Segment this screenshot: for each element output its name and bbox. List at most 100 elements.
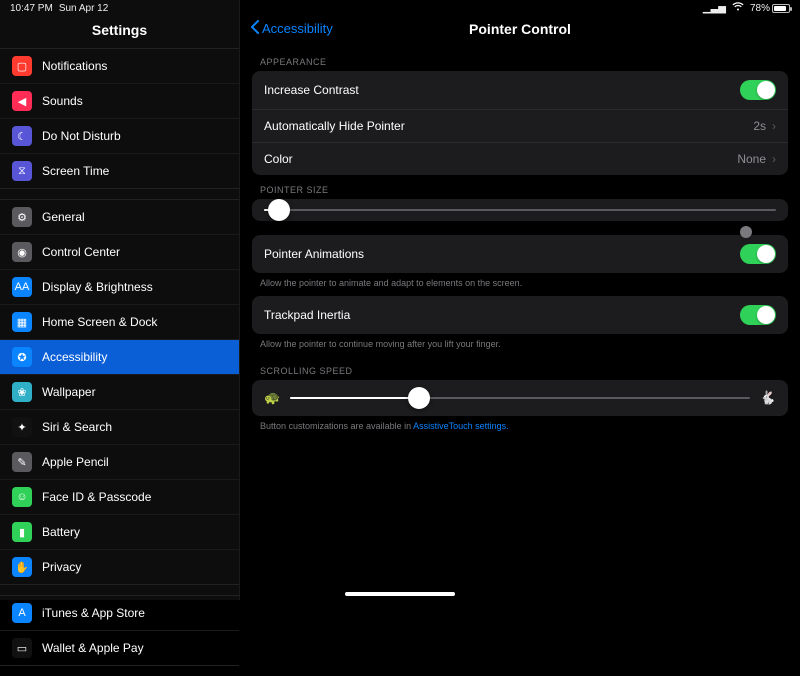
pointer-cursor bbox=[740, 226, 752, 238]
app-icon: ▭ bbox=[12, 638, 32, 658]
pointer-size-slider[interactable] bbox=[252, 199, 788, 221]
app-icon: ✋ bbox=[12, 557, 32, 577]
row-value-text: None bbox=[737, 152, 766, 166]
row-increase-contrast[interactable]: Increase Contrast bbox=[252, 71, 788, 110]
app-icon: ▮ bbox=[12, 522, 32, 542]
appearance-header: APPEARANCE bbox=[240, 47, 800, 71]
sidebar-item-label: Accessibility bbox=[42, 350, 107, 364]
chevron-right-icon: › bbox=[772, 119, 776, 133]
sidebar-item-label: iTunes & App Store bbox=[42, 606, 145, 620]
pointer-size-header: POINTER SIZE bbox=[240, 175, 800, 199]
toggle-trackpad-inertia[interactable] bbox=[740, 305, 776, 325]
sidebar-item-label: Apple Pencil bbox=[42, 455, 109, 469]
buttons-note: Button customizations are available in A… bbox=[240, 416, 800, 439]
app-icon: ❀ bbox=[12, 382, 32, 402]
inertia-card: Trackpad Inertia bbox=[252, 296, 788, 334]
status-bar: 10:47 PM Sun Apr 12 ▁▃▅ 78% bbox=[0, 0, 800, 16]
status-date: Sun Apr 12 bbox=[59, 3, 108, 14]
sidebar-item-label: Sounds bbox=[42, 94, 83, 108]
app-icon: ⧖ bbox=[12, 161, 32, 181]
pointer-size-card bbox=[252, 199, 788, 221]
wifi-icon bbox=[732, 2, 744, 14]
row-pointer-animations[interactable]: Pointer Animations bbox=[252, 235, 788, 273]
row-auto-hide[interactable]: Automatically Hide Pointer 2s › bbox=[252, 110, 788, 143]
sidebar-item-siri-search[interactable]: ✦ Siri & Search bbox=[0, 410, 239, 445]
settings-sidebar: Settings ▢ Notifications ◀︎ Sounds ☾ Do Not D… bbox=[0, 0, 240, 600]
app-icon: ✪ bbox=[12, 347, 32, 367]
rabbit-icon: 🐇 bbox=[760, 390, 776, 406]
sidebar-item-label: Display & Brightness bbox=[42, 280, 153, 294]
assistivetouch-link[interactable]: AssistiveTouch settings. bbox=[413, 421, 509, 431]
app-icon: ⚙ bbox=[12, 207, 32, 227]
row-trackpad-inertia[interactable]: Trackpad Inertia bbox=[252, 296, 788, 334]
row-label: Automatically Hide Pointer bbox=[264, 119, 405, 133]
sidebar-item-itunes-app-store[interactable]: AiTunes & App Store bbox=[0, 596, 239, 631]
sidebar-item-wallet-apple-pay[interactable]: ▭ Wallet & Apple Pay bbox=[0, 631, 239, 665]
row-value-text: 2s bbox=[753, 119, 766, 133]
chevron-left-icon bbox=[250, 20, 260, 37]
scroll-speed-header: SCROLLING SPEED bbox=[240, 356, 800, 380]
app-icon: ◉ bbox=[12, 242, 32, 262]
back-button[interactable]: Accessibility bbox=[250, 20, 333, 37]
sidebar-item-label: Privacy bbox=[42, 560, 81, 574]
inertia-footer: Allow the pointer to continue moving aft… bbox=[240, 334, 800, 357]
status-time: 10:47 PM bbox=[10, 3, 53, 14]
sidebar-item-display-brightness[interactable]: AA Display & Brightness bbox=[0, 270, 239, 305]
turtle-icon: 🐢 bbox=[264, 390, 280, 406]
appearance-card: Increase Contrast Automatically Hide Poi… bbox=[252, 71, 788, 175]
sidebar-item-label: Wallpaper bbox=[42, 385, 96, 399]
app-icon: ▦ bbox=[12, 312, 32, 332]
sidebar-item-control-center[interactable]: ◉ Control Center bbox=[0, 235, 239, 270]
row-label: Trackpad Inertia bbox=[264, 308, 350, 322]
app-icon: ✎ bbox=[12, 452, 32, 472]
sidebar-item-notifications[interactable]: ▢ Notifications bbox=[0, 49, 239, 84]
app-icon: AA bbox=[12, 277, 32, 297]
sidebar-item-apple-pencil[interactable]: ✎ Apple Pencil bbox=[0, 445, 239, 480]
home-indicator[interactable] bbox=[345, 592, 455, 596]
back-label: Accessibility bbox=[262, 21, 333, 36]
sidebar-item-label: Control Center bbox=[42, 245, 120, 259]
animations-card: Pointer Animations bbox=[252, 235, 788, 273]
detail-pane: Accessibility Pointer Control APPEARANCE… bbox=[240, 0, 800, 600]
sidebar-item-face-id-passcode[interactable]: ☺ Face ID & Passcode bbox=[0, 480, 239, 515]
sidebar-item-battery[interactable]: ▮ Battery bbox=[0, 515, 239, 550]
slider-thumb[interactable] bbox=[268, 199, 290, 221]
row-label: Color bbox=[264, 152, 293, 166]
sidebar-item-accessibility[interactable]: ✪ Accessibility bbox=[0, 340, 239, 375]
sidebar-item-home-screen-dock[interactable]: ▦ Home Screen & Dock bbox=[0, 305, 239, 340]
toggle-pointer-animations[interactable] bbox=[740, 244, 776, 264]
scroll-speed-card: 🐢 🐇 bbox=[252, 380, 788, 416]
sidebar-item-label: Screen Time bbox=[42, 164, 109, 178]
cell-bars-icon: ▁▃▅ bbox=[703, 3, 726, 14]
app-icon: ✦ bbox=[12, 417, 32, 437]
sidebar-item-general[interactable]: ⚙ General bbox=[0, 200, 239, 235]
sidebar-item-label: Notifications bbox=[42, 59, 107, 73]
battery-indicator: 78% bbox=[750, 3, 790, 14]
sidebar-title: Settings bbox=[0, 16, 239, 48]
app-icon: ☾ bbox=[12, 126, 32, 146]
chevron-right-icon: › bbox=[772, 152, 776, 166]
app-icon: ☺ bbox=[12, 487, 32, 507]
sidebar-item-label: Do Not Disturb bbox=[42, 129, 121, 143]
sidebar-item-wallpaper[interactable]: ❀ Wallpaper bbox=[0, 375, 239, 410]
row-label: Increase Contrast bbox=[264, 83, 359, 97]
sidebar-item-label: General bbox=[42, 210, 85, 224]
sidebar-item-label: Home Screen & Dock bbox=[42, 315, 157, 329]
scroll-speed-slider[interactable]: 🐢 🐇 bbox=[252, 380, 788, 416]
row-color[interactable]: Color None › bbox=[252, 143, 788, 175]
sidebar-item-privacy[interactable]: ✋ Privacy bbox=[0, 550, 239, 584]
animations-footer: Allow the pointer to animate and adapt t… bbox=[240, 273, 800, 296]
sidebar-item-do-not-disturb[interactable]: ☾ Do Not Disturb bbox=[0, 119, 239, 154]
sidebar-item-screen-time[interactable]: ⧖ Screen Time bbox=[0, 154, 239, 188]
app-icon: ▢ bbox=[12, 56, 32, 76]
sidebar-item-label: Siri & Search bbox=[42, 420, 112, 434]
sidebar-item-label: Face ID & Passcode bbox=[42, 490, 151, 504]
sidebar-item-sounds[interactable]: ◀︎ Sounds bbox=[0, 84, 239, 119]
app-icon: A bbox=[12, 603, 32, 623]
toggle-increase-contrast[interactable] bbox=[740, 80, 776, 100]
sidebar-item-label: Battery bbox=[42, 525, 80, 539]
sidebar-item-label: Wallet & Apple Pay bbox=[42, 641, 144, 655]
app-icon: ◀︎ bbox=[12, 91, 32, 111]
slider-thumb[interactable] bbox=[408, 387, 430, 409]
row-label: Pointer Animations bbox=[264, 247, 364, 261]
